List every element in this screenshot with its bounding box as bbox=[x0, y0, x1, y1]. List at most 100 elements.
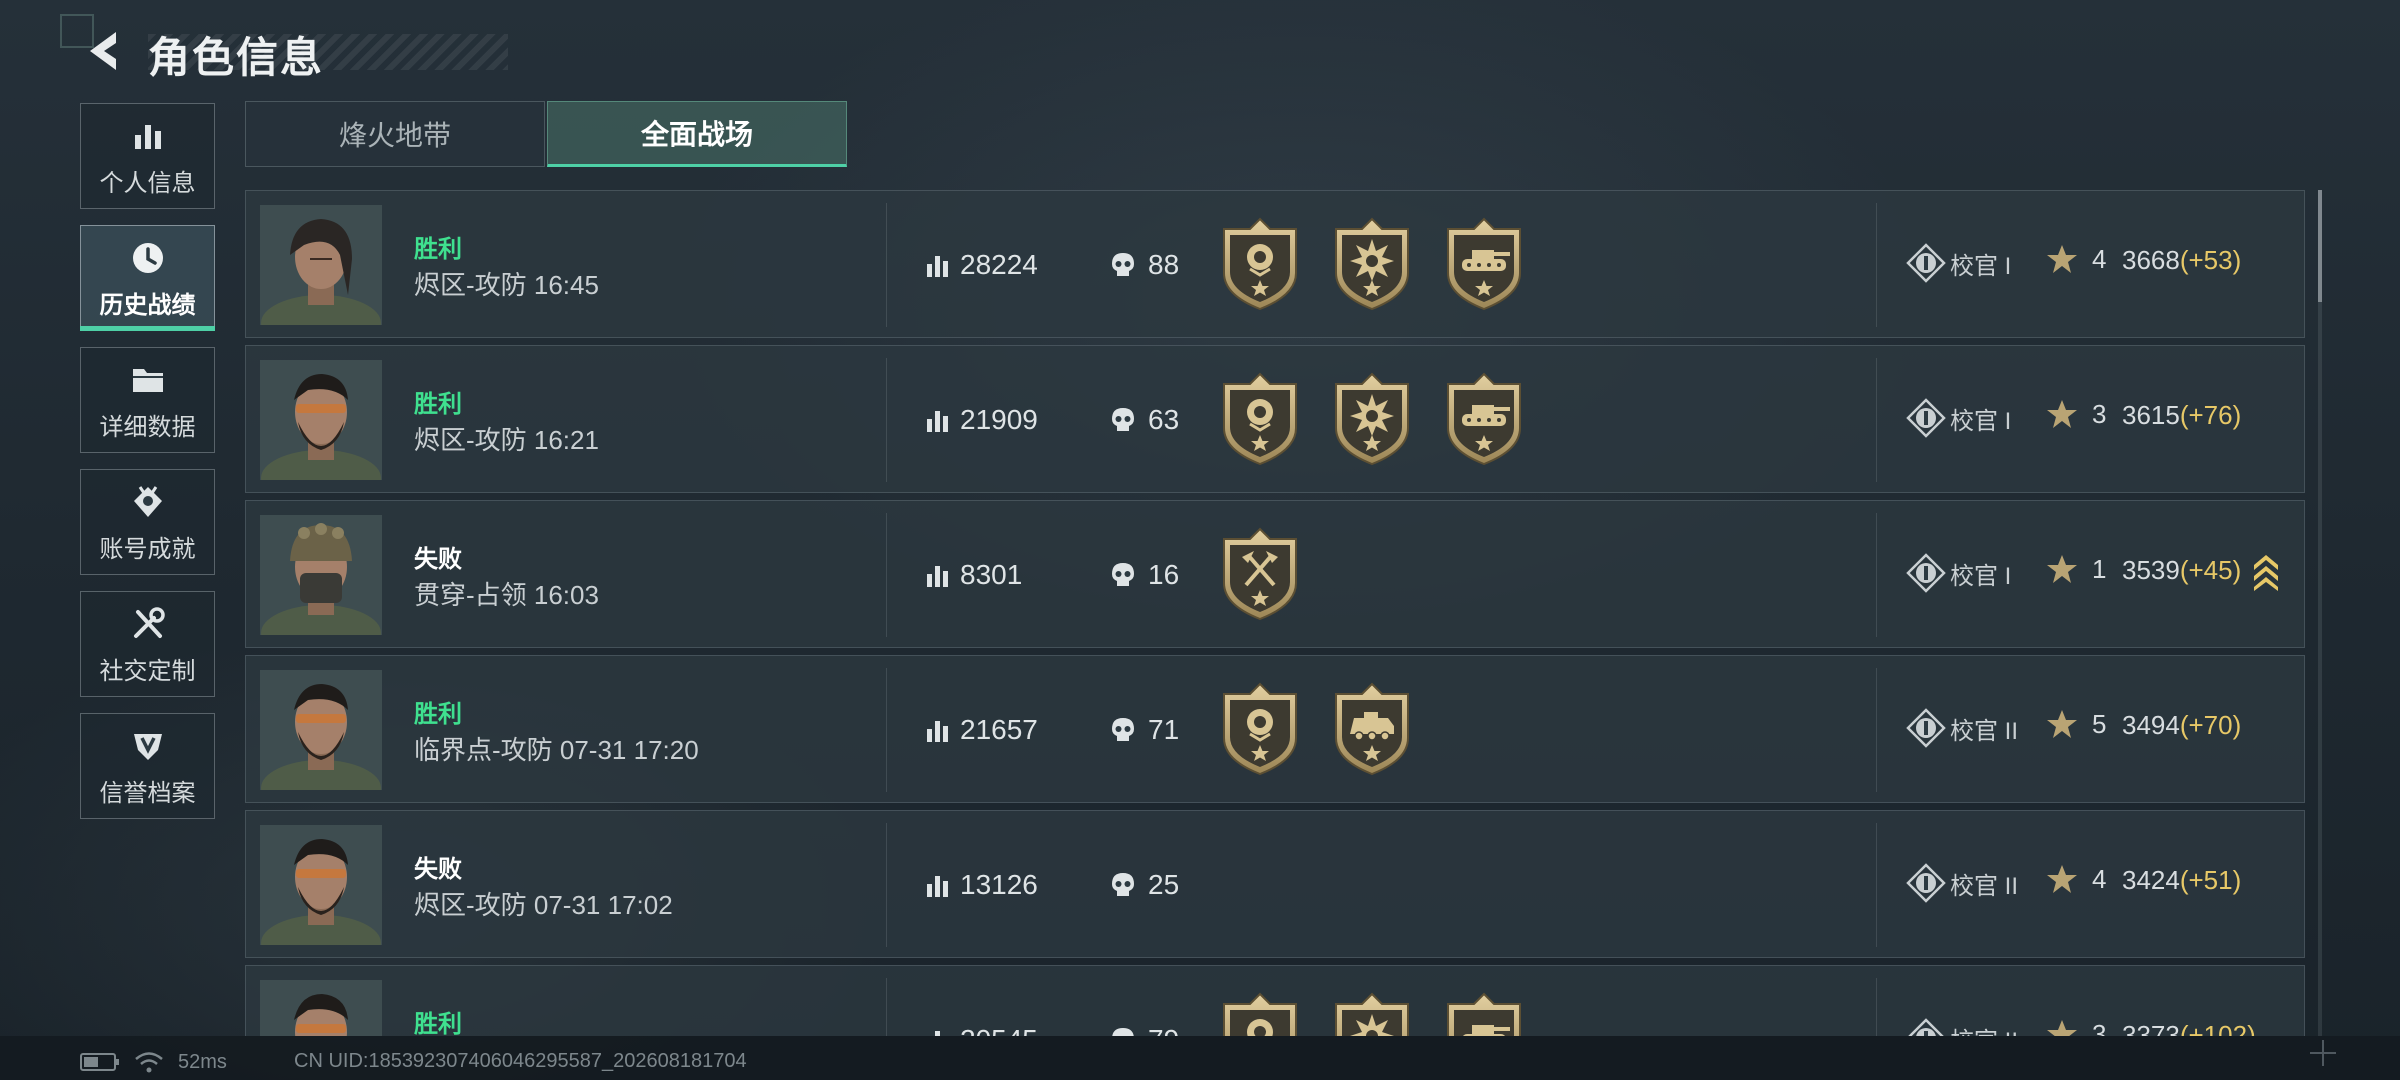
tank-medal-icon[interactable] bbox=[1438, 372, 1530, 466]
points-delta: (+70) bbox=[2179, 710, 2242, 740]
tab-all-out-war[interactable]: 全面战场 bbox=[547, 101, 847, 167]
score-icon bbox=[927, 876, 948, 897]
operator-portrait bbox=[260, 670, 382, 790]
kills-value: 79 bbox=[1148, 1024, 1179, 1036]
match-result: 胜利 bbox=[414, 701, 462, 728]
rose-medal-icon[interactable] bbox=[1214, 682, 1306, 776]
star-icon bbox=[2047, 245, 2077, 273]
divider bbox=[1876, 668, 1877, 792]
divider bbox=[886, 823, 887, 947]
tank-medal-icon[interactable] bbox=[1438, 217, 1530, 311]
sidebar-item-detailed-data[interactable]: 详细数据 bbox=[80, 347, 215, 453]
tools-icon bbox=[127, 603, 169, 645]
sidebar-item-label: 账号成就 bbox=[99, 535, 196, 563]
operator-portrait bbox=[260, 825, 382, 945]
tab-haven-zone[interactable]: 烽火地带 bbox=[245, 101, 545, 167]
sidebar-item-social-custom[interactable]: 社交定制 bbox=[80, 591, 215, 697]
match-result: 失败 bbox=[414, 856, 462, 883]
ping-text: 52ms bbox=[178, 1050, 227, 1073]
match-row[interactable]: 失败 烬区-攻防 07-31 17:02 13126 25 校官 II 4 34… bbox=[245, 810, 2305, 958]
explosion-medal-icon[interactable] bbox=[1326, 992, 1418, 1036]
back-button[interactable] bbox=[80, 26, 130, 76]
match-row[interactable]: 胜利 20545 79 校官 II 3 3373(+102) bbox=[245, 965, 2305, 1036]
match-row[interactable]: 失败 贯穿-占领 16:03 8301 16 校官 I 1 3539(+45) bbox=[245, 500, 2305, 648]
rank-emblem-icon bbox=[1906, 863, 1946, 903]
divider bbox=[886, 513, 887, 637]
rank-emblem-icon bbox=[1906, 553, 1946, 593]
sidebar: 个人信息 历史战绩 详细数据 账号成就 社交定制 信誉档案 bbox=[80, 103, 217, 835]
tank-medal-icon[interactable] bbox=[1438, 992, 1530, 1036]
score-icon bbox=[927, 566, 948, 587]
rank-label: 校官 I bbox=[1950, 562, 2012, 590]
divider bbox=[1876, 513, 1877, 637]
match-mode-time: 临界点-攻防 07-31 17:20 bbox=[414, 735, 699, 765]
rose-medal-icon[interactable] bbox=[1214, 992, 1306, 1036]
kill-skull-icon bbox=[1112, 563, 1134, 586]
points-value: 3494 bbox=[2122, 710, 2180, 740]
match-kills: 63 bbox=[1110, 402, 1179, 438]
rose-medal-icon[interactable] bbox=[1214, 217, 1306, 311]
back-arrow-icon bbox=[90, 32, 116, 70]
score-icon bbox=[927, 721, 948, 742]
medal-list bbox=[1214, 992, 1550, 1036]
kill-skull-icon bbox=[1112, 253, 1134, 276]
axes-medal-icon[interactable] bbox=[1214, 527, 1306, 621]
score-value: 20545 bbox=[960, 1024, 1038, 1036]
folder-icon bbox=[127, 359, 169, 401]
stars-value: 3 bbox=[2092, 398, 2107, 429]
match-kills: 88 bbox=[1110, 247, 1179, 283]
scrollbar[interactable] bbox=[2318, 190, 2322, 1036]
kill-skull-icon bbox=[1112, 408, 1134, 431]
rank-label: 校官 II bbox=[1950, 1021, 2018, 1037]
sidebar-item-reputation[interactable]: 信誉档案 bbox=[80, 713, 215, 819]
explosion-medal-icon[interactable] bbox=[1326, 217, 1418, 311]
match-result: 胜利 bbox=[414, 236, 462, 263]
match-mode-time: 烬区-攻防 16:45 bbox=[414, 270, 599, 300]
operator-avatar bbox=[260, 360, 382, 480]
match-row[interactable]: 胜利 烬区-攻防 16:45 28224 88 校官 I 4 3668(+53) bbox=[245, 190, 2305, 338]
points-value: 3539 bbox=[2122, 555, 2180, 585]
shield-icon bbox=[127, 725, 169, 767]
match-row[interactable]: 胜利 临界点-攻防 07-31 17:20 21657 71 校官 II 5 3… bbox=[245, 655, 2305, 803]
divider bbox=[886, 668, 887, 792]
medal-list bbox=[1214, 372, 1550, 466]
score-value: 13126 bbox=[960, 869, 1038, 900]
match-score: 28224 bbox=[926, 247, 1038, 283]
star-icon bbox=[2047, 1020, 2077, 1036]
match-kills: 16 bbox=[1110, 557, 1179, 593]
star-icon bbox=[2047, 710, 2077, 738]
wifi-icon bbox=[135, 1052, 163, 1073]
points-delta: (+76) bbox=[2179, 400, 2242, 430]
divider bbox=[1876, 358, 1877, 482]
status-footer: 52ms CN UID:185392307406046295587_202608… bbox=[0, 1036, 2400, 1080]
sidebar-item-label: 信誉档案 bbox=[99, 779, 196, 807]
points-value: 3373 bbox=[2122, 1020, 2180, 1036]
score-icon bbox=[935, 1031, 940, 1036]
rose-medal-icon[interactable] bbox=[1214, 372, 1306, 466]
stars-value: 4 bbox=[2092, 863, 2107, 894]
operator-avatar bbox=[260, 515, 382, 635]
operator-portrait bbox=[260, 360, 382, 480]
match-row[interactable]: 胜利 烬区-攻防 16:21 21909 63 校官 I 3 3615(+76) bbox=[245, 345, 2305, 493]
stars-value: 1 bbox=[2092, 553, 2107, 584]
divider bbox=[886, 358, 887, 482]
scrollbar-thumb[interactable] bbox=[2318, 190, 2322, 302]
rank-stars: 3 bbox=[2046, 398, 2106, 430]
match-history-list: 胜利 烬区-攻防 16:45 28224 88 校官 I 4 3668(+53)… bbox=[245, 190, 2305, 1036]
explosion-medal-icon[interactable] bbox=[1326, 372, 1418, 466]
rank-stars: 1 bbox=[2046, 553, 2106, 585]
sidebar-item-personal-info[interactable]: 个人信息 bbox=[80, 103, 215, 209]
sidebar-item-history[interactable]: 历史战绩 bbox=[80, 225, 215, 331]
match-mode-time: 贯穿-占领 16:03 bbox=[414, 580, 599, 610]
kill-skull-icon bbox=[1112, 1028, 1134, 1036]
operator-portrait bbox=[260, 515, 382, 635]
points-delta: (+51) bbox=[2179, 865, 2242, 895]
sidebar-item-achievements[interactable]: 账号成就 bbox=[80, 469, 215, 575]
points-delta: (+53) bbox=[2179, 245, 2242, 275]
rank-badge: 校官 II bbox=[1906, 863, 2018, 903]
divider bbox=[1876, 203, 1877, 327]
history-clock-icon bbox=[127, 237, 169, 279]
rank-stars: 4 bbox=[2046, 243, 2106, 275]
kill-skull-icon bbox=[1112, 718, 1134, 741]
apc-medal-icon[interactable] bbox=[1326, 682, 1418, 776]
